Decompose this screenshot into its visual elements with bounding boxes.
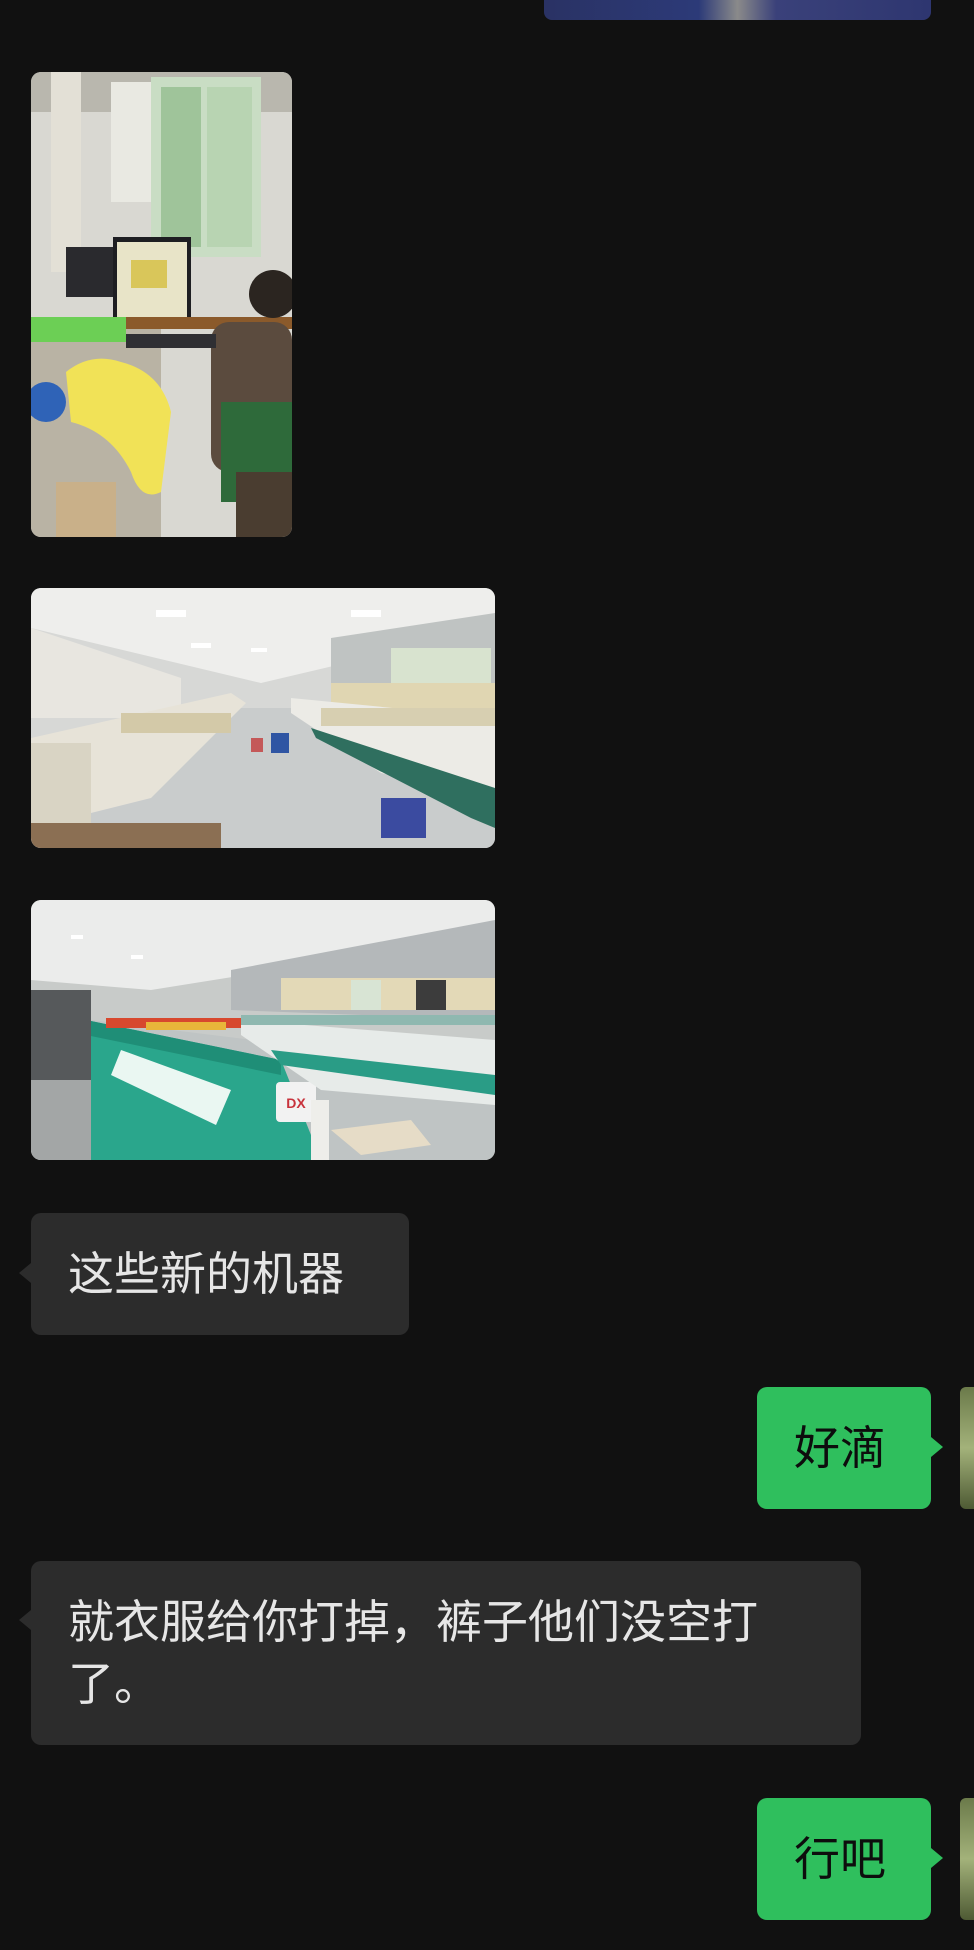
message-text-line-1: 就衣服给你打掉，裤子他们没空打 — [68, 1595, 758, 1649]
message-text-line-2: 了。 — [68, 1657, 160, 1711]
image-message-factory-floor[interactable] — [31, 588, 495, 848]
message-bubble-incoming[interactable]: 就衣服给你打掉，裤子他们没空打 了。 — [31, 1561, 861, 1745]
message-text: 行吧 — [794, 1832, 886, 1886]
message-text: 好滴 — [794, 1421, 886, 1475]
bubble-tail-incoming — [19, 1263, 31, 1283]
message-bubble-outgoing[interactable]: 好滴 — [757, 1387, 931, 1509]
avatar[interactable] — [960, 1798, 974, 1920]
bubble-tail-incoming — [19, 1610, 31, 1630]
office-desk-photo — [31, 72, 292, 537]
avatar[interactable] — [960, 1387, 974, 1509]
bubble-tail-outgoing — [931, 1848, 943, 1868]
embroidery-machines-photo: DX — [31, 900, 495, 1160]
factory-floor-photo — [31, 588, 495, 848]
image-message-embroidery-machines[interactable]: DX — [31, 900, 495, 1160]
message-bubble-incoming[interactable]: 这些新的机器 — [31, 1213, 409, 1335]
image-message-partial[interactable] — [544, 0, 931, 20]
chat-message-list[interactable]: DX 这些新的机器 好滴 就衣服给你打掉，裤子他们没空打 了。 行吧 — [0, 0, 974, 1950]
message-bubble-outgoing[interactable]: 行吧 — [757, 1798, 931, 1920]
message-text: 这些新的机器 — [68, 1247, 344, 1301]
image-message-office-desk[interactable] — [31, 72, 292, 537]
bubble-tail-outgoing — [931, 1437, 943, 1457]
svg-text:DX: DX — [286, 1095, 306, 1111]
